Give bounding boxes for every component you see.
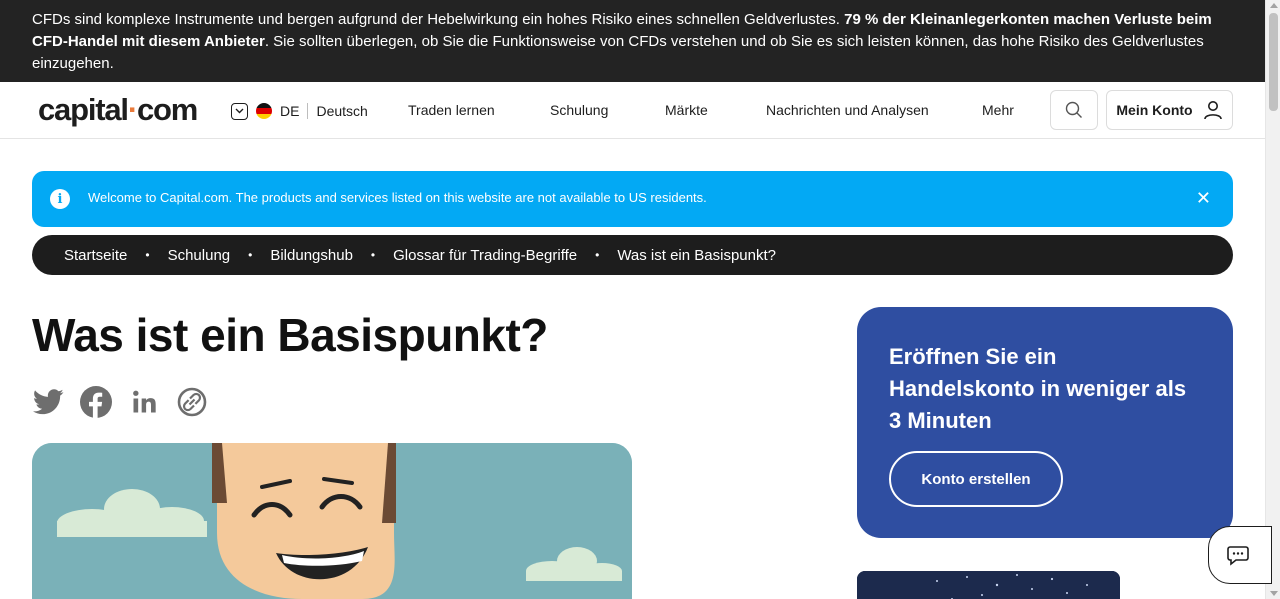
close-icon[interactable]: ✕: [1196, 188, 1211, 209]
chevron-down-icon: [231, 102, 248, 120]
site-header: capital·com DE Deutsch Traden lernen Sch…: [0, 82, 1265, 139]
chat-button[interactable]: [1208, 526, 1272, 584]
risk-warning-banner: CFDs sind komplexe Instrumente und berge…: [0, 0, 1265, 82]
us-residents-notice: i Welcome to Capital.com. The products a…: [32, 171, 1233, 227]
breadcrumb-separator: •: [248, 248, 253, 262]
language-code: DE: [280, 103, 300, 119]
user-icon: [1203, 101, 1222, 120]
scroll-up-arrow[interactable]: [1270, 3, 1278, 8]
breadcrumb-glossar[interactable]: Glossar für Trading-Begriffe: [393, 247, 577, 264]
cartoon-man-illustration: [32, 443, 632, 599]
breadcrumb-startseite[interactable]: Startseite: [64, 247, 127, 264]
capital-logo[interactable]: capital·com: [38, 92, 198, 128]
nav-schulung[interactable]: Schulung: [550, 102, 608, 118]
page-title: Was ist ein Basispunkt?: [32, 309, 548, 361]
risk-warning-text: CFDs sind komplexe Instrumente und berge…: [32, 11, 845, 28]
copy-link-icon[interactable]: [176, 386, 208, 418]
page-scrollbar[interactable]: [1265, 0, 1280, 599]
chat-icon: [1227, 546, 1249, 566]
germany-flag-icon: [256, 103, 272, 119]
breadcrumb: Startseite • Schulung • Bildungshub • Gl…: [32, 235, 1233, 275]
linkedin-icon[interactable]: [128, 386, 160, 418]
language-name: Deutsch: [316, 103, 368, 119]
breadcrumb-bildungshub[interactable]: Bildungshub: [270, 247, 353, 264]
breadcrumb-separator: •: [595, 248, 600, 262]
article-hero-image: [32, 443, 632, 599]
cta-heading: Eröffnen Sie ein Handelskonto in weniger…: [889, 344, 1187, 433]
twitter-icon[interactable]: [32, 386, 64, 418]
promo-card[interactable]: [857, 571, 1120, 599]
nav-maerkte[interactable]: Märkte: [665, 102, 708, 118]
facebook-icon[interactable]: [80, 386, 112, 418]
notice-text: Welcome to Capital.com. The products and…: [88, 190, 707, 205]
my-account-button[interactable]: Mein Konto: [1106, 90, 1233, 130]
search-icon: [1065, 101, 1082, 118]
open-account-cta-card: Eröffnen Sie ein Handelskonto in weniger…: [857, 307, 1233, 538]
info-icon: i: [50, 189, 70, 209]
scrollbar-thumb[interactable]: [1269, 13, 1278, 111]
breadcrumb-schulung[interactable]: Schulung: [168, 247, 231, 264]
my-account-label: Mein Konto: [1116, 102, 1193, 118]
nav-mehr[interactable]: Mehr: [982, 102, 1014, 118]
create-account-button[interactable]: Konto erstellen: [889, 451, 1063, 507]
language-divider: [307, 103, 309, 119]
language-selector[interactable]: DE Deutsch: [231, 101, 368, 121]
breadcrumb-separator: •: [145, 248, 150, 262]
breadcrumb-separator: •: [370, 248, 376, 262]
breadcrumb-current: Was ist ein Basispunkt?: [617, 246, 776, 264]
starfield-image: [857, 571, 1120, 599]
nav-traden-lernen[interactable]: Traden lernen: [408, 102, 495, 118]
scroll-down-arrow[interactable]: [1270, 591, 1278, 596]
search-button[interactable]: [1050, 90, 1098, 130]
nav-nachrichten-analysen[interactable]: Nachrichten und Analysen: [766, 102, 929, 118]
